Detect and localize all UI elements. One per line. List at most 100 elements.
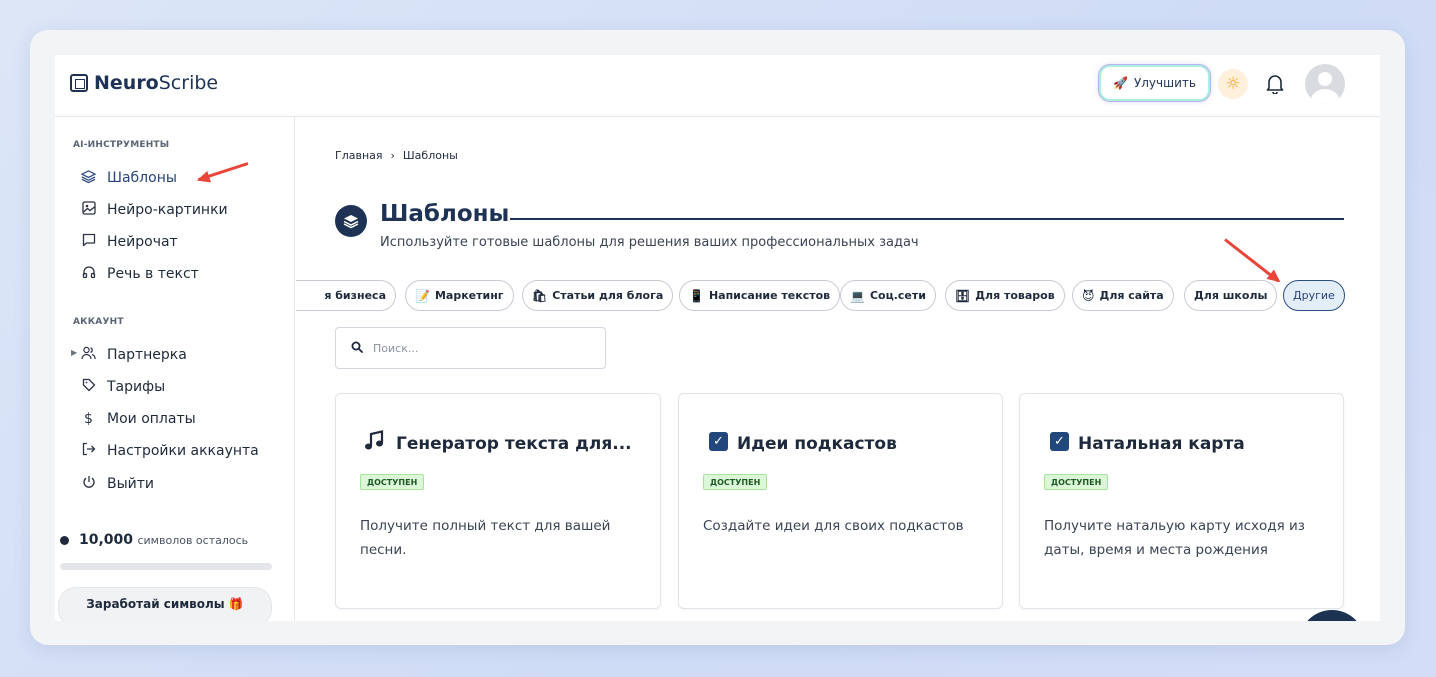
page-subtitle: Используйте готовые шаблоны для решения … <box>380 235 919 250</box>
logout-arrow-icon <box>80 442 97 460</box>
chip-website[interactable]: 😈 Для сайта <box>1072 280 1174 311</box>
sidebar-item-account-settings[interactable]: Настройки аккаунта <box>80 440 259 462</box>
logo-icon <box>70 74 88 92</box>
theme-toggle-sun-icon[interactable]: ☼ <box>1218 69 1248 99</box>
laptop-icon: 💻 <box>850 288 865 303</box>
user-avatar[interactable] <box>1305 64 1345 104</box>
sidebar-item-label: Тарифы <box>107 379 166 395</box>
search-icon <box>351 341 363 356</box>
card-title: Идеи подкастов <box>737 434 897 454</box>
sidebar-item-label: Нейро-картинки <box>107 202 228 218</box>
chat-icon <box>80 233 97 251</box>
chip-label: Для школы <box>1194 289 1268 302</box>
chip-copywriting[interactable]: 📱 Написание текстов <box>679 280 841 311</box>
layers-icon <box>80 169 97 188</box>
tag-icon <box>80 378 97 396</box>
phone-icon: 📱 <box>689 288 704 303</box>
chip-marketing[interactable]: 📝 Маркетинг <box>405 280 514 311</box>
templates-layers-icon <box>335 205 367 237</box>
credits-text: символов осталось <box>137 534 249 547</box>
sidebar-section-tools: AI-ИНСТРУМЕНТЫ <box>73 140 170 150</box>
chip-products[interactable]: 🗄 Для товаров <box>945 280 1065 311</box>
checkbox-icon: ✓ <box>1047 432 1072 455</box>
search-box <box>335 327 606 369</box>
dollar-icon: $ <box>84 411 93 427</box>
status-badge: ДОСТУПЕН <box>360 474 425 490</box>
chip-blog-articles[interactable]: 🛍 Статьи для блога <box>522 280 674 311</box>
chip-social-media[interactable]: 💻 Соц.сети <box>840 280 936 311</box>
chip-label: я бизнеса <box>324 289 386 302</box>
search-input[interactable] <box>373 341 573 355</box>
memo-icon: 📝 <box>415 288 430 303</box>
app-window: NeuroScribe 🚀 Улучшить ☼ AI-ИНСТРУМЕНТЫ … <box>55 55 1380 621</box>
users-icon <box>80 346 97 364</box>
caret-right-icon[interactable]: ▶ <box>71 348 77 357</box>
cabinet-icon: 🗄 <box>955 288 971 303</box>
logo[interactable]: NeuroScribe <box>70 72 218 94</box>
chip-label: Маркетинг <box>434 289 504 302</box>
sidebar-item-label: Мои оплаты <box>107 411 196 427</box>
template-card-podcast-ideas[interactable]: ✓ Идеи подкастов ДОСТУПЕН Создайте идеи … <box>678 393 1003 609</box>
rocket-icon: 🚀 <box>1113 76 1128 90</box>
credits-counter: 10,000 символов осталось <box>60 532 248 548</box>
chip-business[interactable]: я бизнеса <box>296 280 396 311</box>
breadcrumb-separator: › <box>390 149 395 162</box>
card-description: Получите натальую карту исходя из даты, … <box>1044 518 1305 558</box>
screenshot-frame: NeuroScribe 🚀 Улучшить ☼ AI-ИНСТРУМЕНТЫ … <box>30 30 1405 645</box>
devil-icon: 😈 <box>1082 288 1095 303</box>
credits-progress-bar <box>60 563 272 570</box>
sidebar-item-neurochat[interactable]: Нейрочат <box>80 231 178 253</box>
upgrade-label: Улучшить <box>1133 76 1196 90</box>
chip-label: Написание текстов <box>708 289 831 302</box>
breadcrumb-home[interactable]: Главная <box>335 149 383 162</box>
template-card-song-generator[interactable]: Генератор текста для... ДОСТУПЕН Получит… <box>335 393 661 609</box>
card-title: Натальная карта <box>1078 434 1245 454</box>
top-header: NeuroScribe 🚀 Улучшить ☼ <box>55 55 1380 117</box>
credits-dot <box>60 535 69 545</box>
earn-credits-button[interactable]: Заработай символы 🎁 <box>58 587 272 621</box>
earn-label: Заработай символы <box>86 597 225 611</box>
upgrade-button[interactable]: 🚀 Улучшить <box>1101 67 1208 99</box>
power-icon <box>80 475 97 493</box>
sidebar-item-payments[interactable]: $ Мои оплаты <box>80 408 196 430</box>
page-title: Шаблоны <box>380 201 510 227</box>
chip-label: Соц.сети <box>869 289 926 302</box>
chip-label: Для сайта <box>1099 289 1164 302</box>
sidebar-section-account: АККАУНТ <box>73 317 124 327</box>
sidebar-item-label: Шаблоны <box>107 170 177 186</box>
template-card-natal-chart[interactable]: ✓ Натальная карта ДОСТУПЕН Получите ната… <box>1019 393 1344 609</box>
sidebar-item-tariffs[interactable]: Тарифы <box>80 376 165 398</box>
breadcrumb-current: Шаблоны <box>402 149 458 162</box>
sidebar-item-label: Настройки аккаунта <box>107 443 259 459</box>
headphones-icon <box>80 265 97 283</box>
chip-label: Другие <box>1293 289 1335 302</box>
chip-label: Статьи для блога <box>552 289 664 302</box>
sidebar-item-neuro-images[interactable]: Нейро-картинки <box>80 199 228 221</box>
credits-value: 10,000 <box>79 532 134 548</box>
chip-label: Для товаров <box>975 289 1055 302</box>
sidebar-item-speech-to-text[interactable]: Речь в текст <box>80 263 199 285</box>
sidebar-item-logout[interactable]: Выйти <box>80 473 154 495</box>
notification-bell-icon[interactable] <box>1262 70 1288 98</box>
status-badge: ДОСТУПЕН <box>1044 474 1109 490</box>
title-divider <box>510 218 1344 220</box>
chip-other[interactable]: Другие <box>1283 280 1345 311</box>
checkbox-icon: ✓ <box>706 432 731 455</box>
status-badge: ДОСТУПЕН <box>703 474 768 490</box>
sidebar-item-partners[interactable]: Партнерка <box>80 344 187 366</box>
card-description: Получите полный текст для вашей песни. <box>360 518 611 558</box>
sidebar-item-templates[interactable]: Шаблоны <box>80 167 177 189</box>
sidebar-item-label: Речь в текст <box>107 266 199 282</box>
chip-school[interactable]: Для школы <box>1184 280 1278 311</box>
sidebar: AI-ИНСТРУМЕНТЫ Шаблоны Нейро-картинки Не… <box>55 117 295 621</box>
shopping-bags-icon: 🛍 <box>532 288 548 303</box>
card-description: Создайте идеи для своих подкастов <box>703 518 964 534</box>
sidebar-item-label: Нейрочат <box>107 234 178 250</box>
music-note-icon <box>364 430 386 452</box>
gift-icon: 🎁 <box>228 597 244 611</box>
sidebar-item-label: Партнерка <box>107 347 187 363</box>
card-title: Генератор текста для... <box>396 434 632 454</box>
sidebar-item-label: Выйти <box>107 476 155 492</box>
image-icon <box>80 201 97 219</box>
main-content: Главная › Шаблоны Шаблоны Используйте го… <box>296 117 1380 621</box>
